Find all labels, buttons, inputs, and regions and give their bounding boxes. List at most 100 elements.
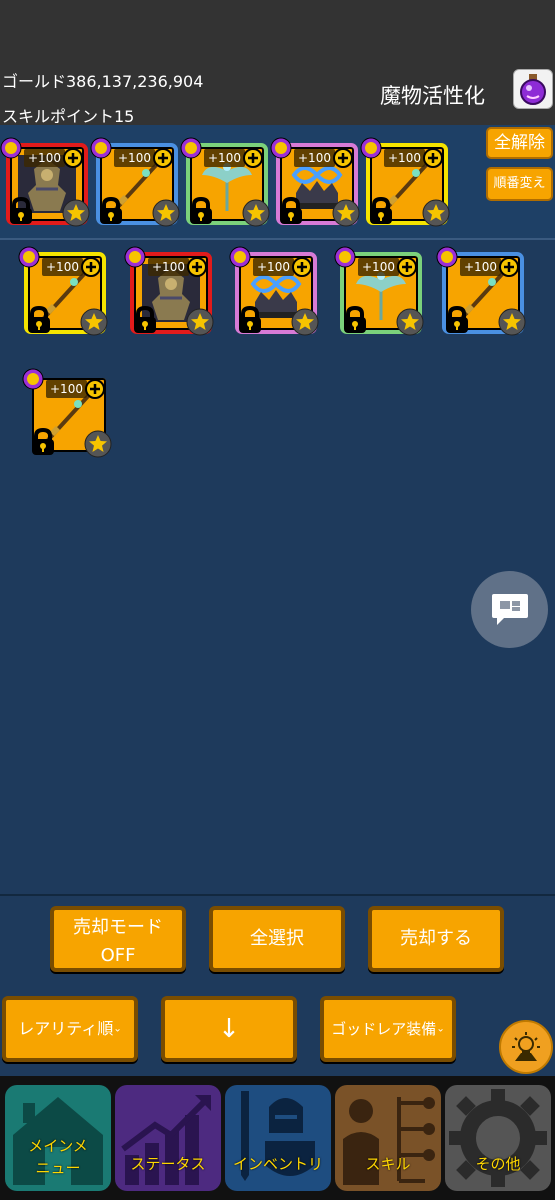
select-all-button[interactable]: 全選択 — [209, 906, 345, 972]
lock-toggle[interactable] — [30, 427, 56, 456]
inventory-item-card[interactable]: +100 — [124, 246, 214, 336]
nav-tab-inventory[interactable]: インベントリ — [225, 1085, 331, 1191]
star-icon — [332, 199, 360, 227]
favorite-toggle[interactable] — [332, 199, 360, 227]
enhance-button[interactable] — [396, 256, 418, 278]
star-icon — [396, 308, 424, 336]
inventory-item-card[interactable]: +100 — [229, 246, 319, 336]
enhance-button[interactable] — [62, 147, 84, 169]
enhance-button[interactable] — [152, 147, 174, 169]
equipped-item-card[interactable]: +100 — [360, 137, 450, 227]
lock-toggle[interactable] — [26, 305, 52, 334]
star-icon — [84, 430, 112, 458]
star-icon — [422, 199, 450, 227]
favorite-toggle[interactable] — [498, 308, 526, 336]
slot-indicator — [0, 137, 22, 159]
lock-icon — [10, 196, 32, 224]
star-icon — [291, 308, 319, 336]
sort-rarity-label: レアリティ順 — [18, 1019, 114, 1038]
lock-toggle[interactable] — [444, 305, 470, 334]
favorite-toggle[interactable] — [62, 199, 90, 227]
release-all-button[interactable]: 全解除 — [486, 127, 553, 159]
gear-icon — [449, 1089, 547, 1187]
slot-indicator — [124, 246, 146, 268]
lock-toggle[interactable] — [342, 305, 368, 334]
favorite-toggle[interactable] — [152, 199, 180, 227]
lock-icon — [344, 305, 366, 333]
enhance-level-badge: +100 — [204, 149, 245, 167]
enhance-level-badge: +100 — [148, 258, 189, 276]
equipment-filter-dropdown[interactable]: ゴッドレア装備⌄ — [320, 996, 456, 1062]
reorder-button[interactable]: 順番変え — [486, 167, 553, 201]
slot-indicator-icon — [0, 137, 22, 159]
lock-toggle[interactable] — [8, 196, 34, 225]
nav-label-status: ステータス — [130, 1155, 206, 1173]
favorite-toggle[interactable] — [291, 308, 319, 336]
inventory-item-card[interactable]: +100 — [334, 246, 424, 336]
nav-tab-main-menu[interactable]: メインメ ニュー — [5, 1085, 111, 1191]
plus-circle-icon — [63, 148, 83, 168]
slot-indicator — [90, 137, 112, 159]
nav-label-inventory: インベントリ — [232, 1155, 323, 1173]
inventory-item-card[interactable]: +100 — [18, 246, 108, 336]
enhance-button[interactable] — [498, 256, 520, 278]
favorite-toggle[interactable] — [396, 308, 424, 336]
sell-mode-toggle[interactable]: 売却モード OFF — [50, 906, 186, 972]
lock-toggle[interactable] — [98, 196, 124, 225]
inventory-grid — [0, 242, 555, 894]
equipped-item-card[interactable]: +100 — [0, 137, 90, 227]
favorite-toggle[interactable] — [242, 199, 270, 227]
inventory-item-card[interactable]: +100 — [436, 246, 526, 336]
monster-activation-button[interactable] — [513, 69, 553, 109]
plus-circle-icon — [499, 257, 519, 277]
equipped-item-card[interactable]: +100 — [90, 137, 180, 227]
lock-icon — [280, 196, 302, 224]
enhance-button[interactable] — [291, 256, 313, 278]
lock-toggle[interactable] — [188, 196, 214, 225]
plus-circle-icon — [397, 257, 417, 277]
monster-activation-label: 魔物活性化 — [380, 84, 485, 108]
slot-indicator-icon — [180, 137, 202, 159]
sell-mode-state: OFF — [100, 945, 136, 966]
enhance-button[interactable] — [242, 147, 264, 169]
favorite-toggle[interactable] — [422, 199, 450, 227]
lock-toggle[interactable] — [368, 196, 394, 225]
lock-toggle[interactable] — [237, 305, 263, 334]
slot-indicator-icon — [90, 137, 112, 159]
nav-label-other: その他 — [475, 1155, 521, 1173]
favorite-toggle[interactable] — [84, 430, 112, 458]
star-icon — [62, 199, 90, 227]
nav-tab-status[interactable]: ステータス — [115, 1085, 221, 1191]
enhance-button[interactable] — [80, 256, 102, 278]
gold-counter: ゴールド386,137,236,904 — [2, 72, 204, 91]
star-icon — [186, 308, 214, 336]
lock-toggle[interactable] — [278, 196, 304, 225]
sell-button[interactable]: 売却する — [368, 906, 504, 972]
nav-tab-skill[interactable]: スキル — [335, 1085, 441, 1191]
lock-toggle[interactable] — [132, 305, 158, 334]
sort-rarity-dropdown[interactable]: レアリティ順⌄ — [2, 996, 138, 1062]
slot-indicator-icon — [334, 246, 356, 268]
sort-direction-button[interactable]: ↓ — [161, 996, 297, 1062]
tips-button[interactable] — [499, 1020, 553, 1074]
enhance-button[interactable] — [332, 147, 354, 169]
favorite-toggle[interactable] — [80, 308, 108, 336]
slot-indicator — [229, 246, 251, 268]
equipped-item-card[interactable]: +100 — [270, 137, 360, 227]
lightbulb-icon — [512, 1032, 540, 1061]
slot-indicator-icon — [436, 246, 458, 268]
chat-button[interactable] — [471, 571, 548, 648]
lock-icon — [100, 196, 122, 224]
favorite-toggle[interactable] — [186, 308, 214, 336]
enhance-button[interactable] — [422, 147, 444, 169]
nav-tab-other[interactable]: その他 — [445, 1085, 551, 1191]
chat-bubble-icon — [491, 593, 528, 625]
inventory-item-card[interactable]: +100 — [22, 368, 112, 458]
equipped-item-card[interactable]: +100 — [180, 137, 270, 227]
enhance-button[interactable] — [84, 378, 106, 400]
slot-indicator — [180, 137, 202, 159]
knight-helmet-icon — [241, 1091, 315, 1181]
enhance-button[interactable] — [186, 256, 208, 278]
plus-circle-icon — [292, 257, 312, 277]
purple-potion-icon — [520, 74, 546, 105]
